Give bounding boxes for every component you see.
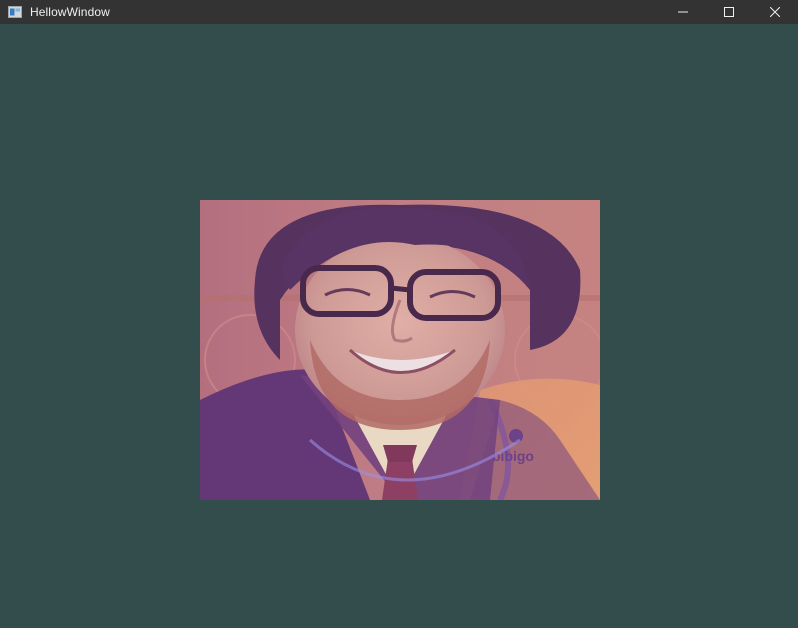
close-icon [770,7,780,17]
render-area[interactable]: bibigo [0,24,798,628]
maximize-icon [724,7,734,17]
app-window: HellowWindow [0,0,798,628]
minimize-button[interactable] [660,0,706,24]
title-bar[interactable]: HellowWindow [0,0,798,24]
texture-image: bibigo [200,200,600,500]
maximize-button[interactable] [706,0,752,24]
minimize-icon [678,11,688,13]
window-controls [660,0,798,24]
app-window-icon [7,4,23,20]
blended-photo-texture: bibigo [200,200,600,500]
window-title: HellowWindow [30,5,110,19]
close-button[interactable] [752,0,798,24]
